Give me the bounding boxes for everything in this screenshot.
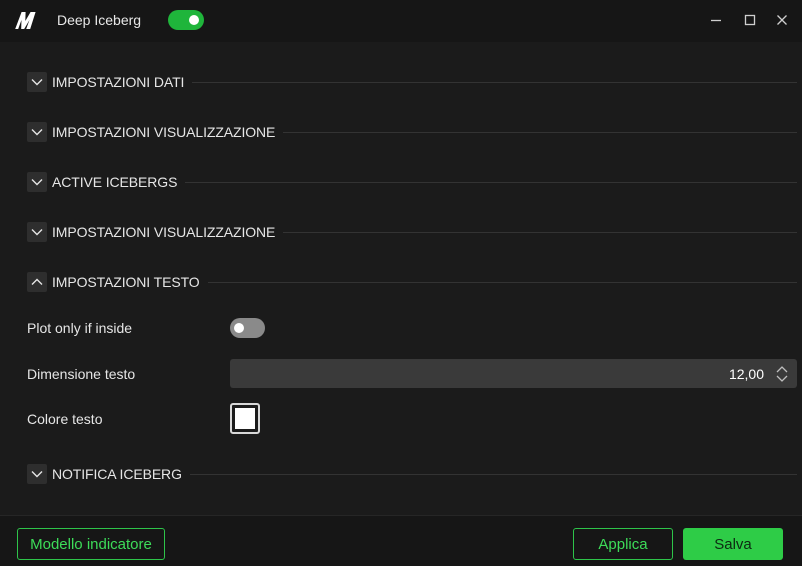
- color-swatch-fill: [235, 408, 255, 429]
- section-divider: [283, 131, 797, 133]
- save-button[interactable]: Salva: [683, 528, 783, 560]
- toggle-knob: [189, 15, 199, 25]
- section-active-icebergs[interactable]: ACTIVE ICEBERGS: [27, 172, 797, 192]
- plot-only-inside-toggle[interactable]: [230, 318, 265, 338]
- title-bar: Deep Iceberg: [0, 0, 802, 42]
- section-impostazioni-visualizzazione-2[interactable]: IMPOSTAZIONI VISUALIZZAZIONE: [27, 222, 797, 242]
- chevron-down-icon: [27, 72, 47, 92]
- section-divider: [185, 181, 797, 183]
- chevron-down-icon: [27, 172, 47, 192]
- text-color-picker[interactable]: [230, 403, 260, 434]
- maximize-button[interactable]: [740, 10, 760, 30]
- maximize-icon: [744, 14, 756, 26]
- section-title: IMPOSTAZIONI VISUALIZZAZIONE: [52, 224, 276, 240]
- text-color-label: Colore testo: [27, 411, 103, 427]
- section-title: IMPOSTAZIONI VISUALIZZAZIONE: [52, 124, 276, 140]
- section-divider: [207, 281, 797, 283]
- app-title: Deep Iceberg: [57, 12, 142, 28]
- spinner-arrows-icon[interactable]: [775, 364, 789, 384]
- apply-button[interactable]: Applica: [573, 528, 673, 560]
- section-divider: [192, 81, 797, 83]
- close-button[interactable]: [772, 10, 792, 30]
- chevron-down-icon: [27, 122, 47, 142]
- section-impostazioni-testo[interactable]: IMPOSTAZIONI TESTO: [27, 272, 797, 292]
- close-icon: [777, 15, 787, 25]
- indicator-enabled-toggle[interactable]: [168, 10, 204, 30]
- chevron-down-icon: [27, 464, 47, 484]
- section-impostazioni-visualizzazione[interactable]: IMPOSTAZIONI VISUALIZZAZIONE: [27, 122, 797, 142]
- section-divider: [283, 231, 797, 233]
- section-title: ACTIVE ICEBERGS: [52, 174, 178, 190]
- text-size-input[interactable]: 12,00: [230, 359, 797, 388]
- text-size-label: Dimensione testo: [27, 366, 136, 382]
- chevron-up-icon: [27, 272, 47, 292]
- section-divider: [189, 473, 797, 475]
- plot-only-inside-label: Plot only if inside: [27, 320, 133, 336]
- section-title: NOTIFICA ICEBERG: [52, 466, 182, 482]
- chevron-down-icon: [27, 222, 47, 242]
- minimize-button[interactable]: [706, 10, 726, 30]
- dialog-footer: Modello indicatore Applica Salva: [0, 515, 802, 566]
- minimize-icon: [711, 19, 721, 22]
- toggle-knob: [234, 323, 244, 333]
- section-title: IMPOSTAZIONI DATI: [52, 74, 185, 90]
- brand-m-logo: [15, 12, 36, 29]
- section-notifica-iceberg[interactable]: NOTIFICA ICEBERG: [27, 464, 797, 484]
- section-title: IMPOSTAZIONI TESTO: [52, 274, 200, 290]
- indicator-model-button[interactable]: Modello indicatore: [17, 528, 165, 560]
- section-impostazioni-dati[interactable]: IMPOSTAZIONI DATI: [27, 72, 797, 92]
- text-size-value: 12,00: [728, 366, 764, 382]
